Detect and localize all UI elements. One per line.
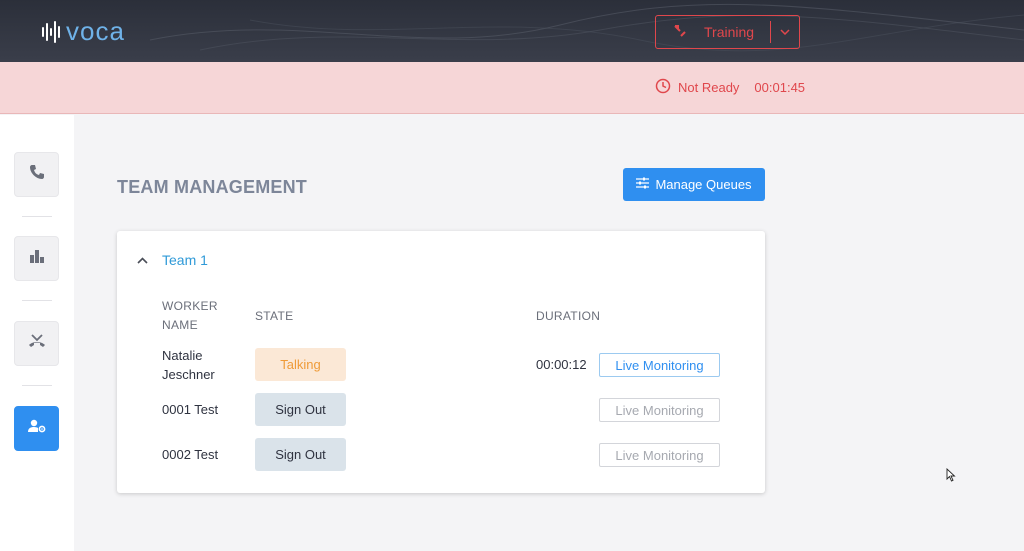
sidebar-divider	[22, 300, 52, 301]
worker-name: 0001 Test	[162, 402, 219, 417]
duration-value: 00:00:12	[536, 357, 587, 372]
worker-name-line1: Natalie	[162, 348, 203, 363]
state-badge-sign-out: Sign Out	[255, 438, 346, 471]
status-timer: 00:01:45	[754, 80, 806, 95]
agent-status-label: Training	[704, 24, 755, 40]
voca-logo[interactable]: voca	[42, 16, 125, 47]
clock-icon	[655, 78, 671, 97]
column-header-worker-name: WORKER NAME	[162, 297, 218, 335]
team-header[interactable]: Team 1	[137, 251, 208, 269]
top-header: voca Training	[0, 0, 1024, 62]
bar-chart-icon	[28, 247, 46, 270]
page-title: TEAM MANAGEMENT	[117, 177, 307, 197]
worker-name-line2: Jeschner	[162, 367, 215, 382]
phone-status-icon	[656, 23, 704, 42]
sidebar-divider	[22, 385, 52, 386]
logo-soundwave-icon	[42, 19, 60, 45]
chevron-down-icon[interactable]	[771, 29, 799, 35]
user-gear-icon	[27, 417, 47, 440]
status-text: Not Ready	[678, 80, 740, 95]
sidebar-item-calls[interactable]	[14, 152, 59, 197]
column-header-worker-line2: NAME	[162, 318, 198, 332]
team-card: Team 1 WORKER NAME STATE DURATION Natali…	[117, 231, 765, 493]
left-sidebar	[0, 115, 74, 551]
manage-queues-label: Manage Queues	[655, 177, 752, 192]
chevron-up-icon[interactable]	[137, 251, 148, 269]
status-banner: Not Ready 00:01:45	[0, 62, 1024, 114]
live-monitoring-button-disabled[interactable]: Live Monitoring	[599, 398, 720, 422]
not-ready-status: Not Ready 00:01:45	[655, 78, 805, 97]
column-header-duration: DURATION	[536, 309, 601, 323]
mouse-cursor-icon	[946, 468, 956, 482]
worker-name: 0002 Test	[162, 447, 219, 462]
live-monitoring-button-disabled[interactable]: Live Monitoring	[599, 443, 720, 467]
state-badge-talking: Talking	[255, 348, 346, 381]
sliders-icon	[636, 177, 650, 192]
logo-text: voca	[66, 16, 125, 46]
sidebar-divider	[22, 216, 52, 217]
live-monitoring-button[interactable]: Live Monitoring	[599, 353, 720, 377]
column-header-state: STATE	[255, 309, 294, 323]
header-wave-decoration	[149, 3, 1024, 52]
missed-call-icon	[27, 332, 47, 355]
agent-status-select[interactable]: Training	[655, 15, 800, 49]
sidebar-item-reports[interactable]	[14, 236, 59, 281]
team-name[interactable]: Team 1	[162, 252, 208, 268]
manage-queues-button[interactable]: Manage Queues	[623, 168, 765, 201]
worker-name: Natalie Jeschner	[162, 346, 215, 384]
phone-icon	[28, 163, 46, 186]
sidebar-item-team-management[interactable]	[14, 406, 59, 451]
column-header-worker-line1: WORKER	[162, 299, 218, 313]
sidebar-item-missed-calls[interactable]	[14, 321, 59, 366]
state-badge-sign-out: Sign Out	[255, 393, 346, 426]
